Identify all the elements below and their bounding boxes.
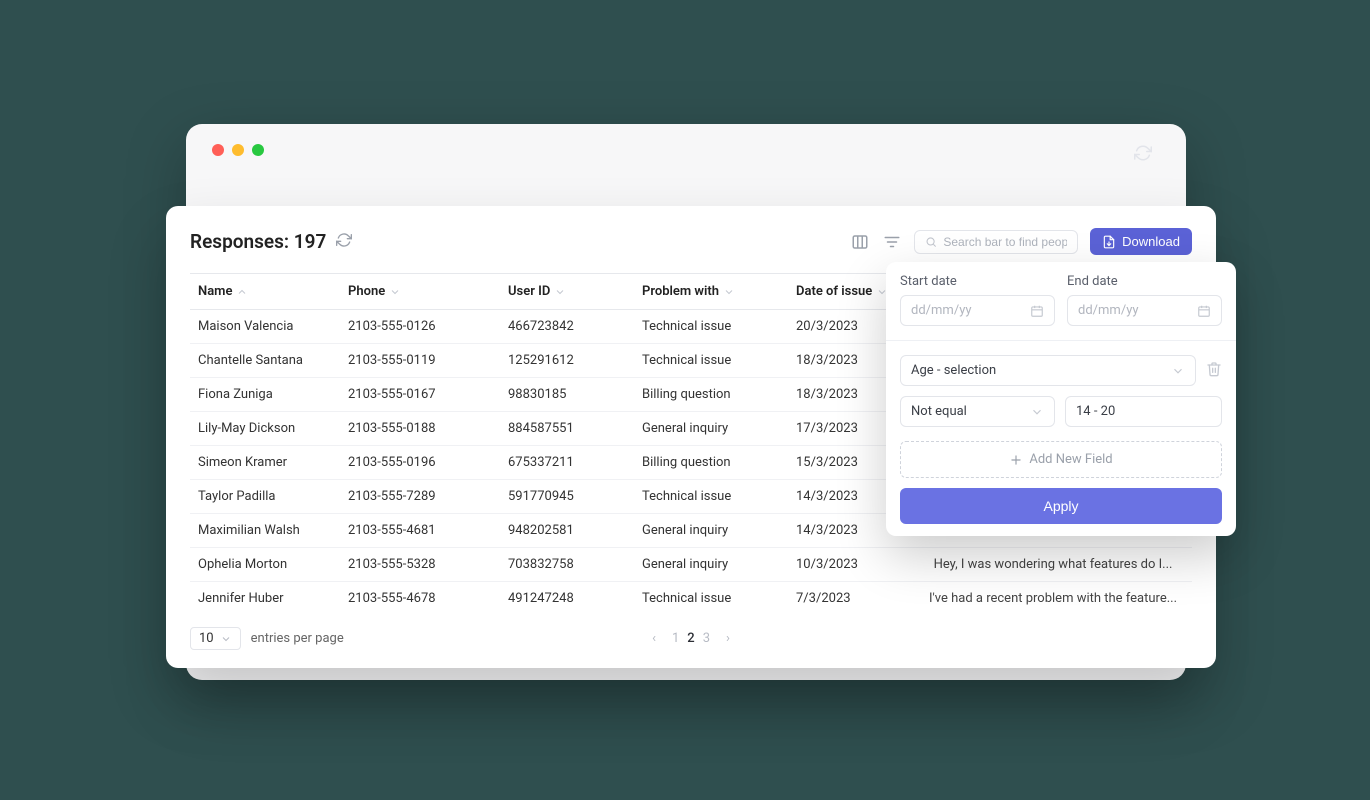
panel-footer: 10 entries per page ‹ 123 ›: [190, 627, 1192, 650]
cell-name: Maison Valencia: [190, 310, 340, 344]
plus-icon: [1009, 453, 1023, 467]
cell-phone: 2103-555-5328: [340, 548, 500, 582]
pager-page-2[interactable]: 2: [687, 631, 694, 646]
cell-phone: 2103-555-4678: [340, 582, 500, 616]
cell-userid: 675337211: [500, 446, 634, 480]
window-close-dot[interactable]: [212, 144, 224, 156]
cell-name: Jennifer Huber: [190, 582, 340, 616]
cell-problem: Technical issue: [634, 310, 788, 344]
chevron-down-icon: [220, 633, 232, 645]
cell-date: 10/3/2023: [788, 548, 914, 582]
refresh-icon[interactable]: [336, 232, 352, 252]
filter-operator-select[interactable]: Not equal: [900, 396, 1055, 427]
col-userid[interactable]: User ID: [500, 274, 634, 310]
traffic-lights: [186, 124, 1186, 156]
table-row[interactable]: Jennifer Huber2103-555-4678491247248Tech…: [190, 582, 1192, 616]
search-input[interactable]: [943, 235, 1067, 249]
start-date-input[interactable]: dd/mm/yy: [900, 295, 1055, 326]
page-title: Responses: 197: [190, 230, 326, 253]
chevron-down-icon: [389, 286, 401, 298]
cell-userid: 948202581: [500, 514, 634, 548]
pager-next[interactable]: ›: [726, 631, 730, 646]
cell-name: Chantelle Santana: [190, 344, 340, 378]
col-phone[interactable]: Phone: [340, 274, 500, 310]
panel-header: Responses: 197 Download: [190, 228, 1192, 255]
filter-popover: Start date dd/mm/yy End date dd/mm/yy Ag…: [886, 262, 1236, 536]
cell-name: Ophelia Morton: [190, 548, 340, 582]
pager: ‹ 123 ›: [652, 631, 730, 646]
cell-userid: 591770945: [500, 480, 634, 514]
start-date-label: Start date: [900, 274, 1055, 289]
col-name[interactable]: Name: [190, 274, 340, 310]
pager-prev[interactable]: ‹: [652, 631, 656, 646]
cell-phone: 2103-555-0167: [340, 378, 500, 412]
chevron-down-icon: [723, 286, 735, 298]
cell-phone: 2103-555-0188: [340, 412, 500, 446]
cell-userid: 125291612: [500, 344, 634, 378]
cell-message: Hey, I was wondering what features do I.…: [914, 548, 1192, 582]
cell-phone: 2103-555-4681: [340, 514, 500, 548]
chevron-down-icon: [1171, 364, 1185, 378]
calendar-icon: [1030, 304, 1044, 318]
cell-problem: General inquiry: [634, 514, 788, 548]
cell-problem: Billing question: [634, 446, 788, 480]
chevron-down-icon: [554, 286, 566, 298]
window-max-dot[interactable]: [252, 144, 264, 156]
filter-field-select[interactable]: Age - selection: [900, 355, 1196, 386]
calendar-icon: [1197, 304, 1211, 318]
cell-name: Lily-May Dickson: [190, 412, 340, 446]
sort-asc-icon: [236, 286, 248, 298]
cell-name: Taylor Padilla: [190, 480, 340, 514]
pager-page-1[interactable]: 1: [672, 631, 679, 646]
cell-userid: 703832758: [500, 548, 634, 582]
cell-userid: 491247248: [500, 582, 634, 616]
entries-select[interactable]: 10: [190, 627, 241, 650]
chevron-down-icon: [1030, 405, 1044, 419]
cell-problem: Technical issue: [634, 344, 788, 378]
search-box[interactable]: [914, 230, 1078, 254]
cell-problem: General inquiry: [634, 548, 788, 582]
cell-phone: 2103-555-0119: [340, 344, 500, 378]
add-field-button[interactable]: Add New Field: [900, 441, 1222, 478]
pager-page-3[interactable]: 3: [703, 631, 710, 646]
cell-phone: 2103-555-7289: [340, 480, 500, 514]
toolbar: Download: [850, 228, 1192, 255]
columns-icon[interactable]: [850, 232, 870, 252]
end-date-input[interactable]: dd/mm/yy: [1067, 295, 1222, 326]
cell-name: Simeon Kramer: [190, 446, 340, 480]
cell-userid: 884587551: [500, 412, 634, 446]
apply-button[interactable]: Apply: [900, 488, 1222, 524]
cell-name: Fiona Zuniga: [190, 378, 340, 412]
cell-date: 7/3/2023: [788, 582, 914, 616]
cell-problem: General inquiry: [634, 412, 788, 446]
browser-refresh-icon[interactable]: [1134, 144, 1152, 166]
delete-filter-icon[interactable]: [1206, 361, 1222, 381]
cell-message: I've had a recent problem with the featu…: [914, 582, 1192, 616]
col-problem[interactable]: Problem with: [634, 274, 788, 310]
window-min-dot[interactable]: [232, 144, 244, 156]
download-button[interactable]: Download: [1090, 228, 1192, 255]
cell-userid: 466723842: [500, 310, 634, 344]
cell-phone: 2103-555-0126: [340, 310, 500, 344]
cell-problem: Technical issue: [634, 480, 788, 514]
cell-userid: 98830185: [500, 378, 634, 412]
cell-name: Maximilian Walsh: [190, 514, 340, 548]
entries-label: entries per page: [251, 631, 344, 646]
filter-value-input[interactable]: 14 - 20: [1065, 396, 1222, 427]
download-label: Download: [1122, 234, 1180, 249]
end-date-label: End date: [1067, 274, 1222, 289]
cell-problem: Billing question: [634, 378, 788, 412]
cell-problem: Technical issue: [634, 582, 788, 616]
cell-phone: 2103-555-0196: [340, 446, 500, 480]
table-row[interactable]: Ophelia Morton2103-555-5328703832758Gene…: [190, 548, 1192, 582]
filter-icon[interactable]: [882, 232, 902, 252]
